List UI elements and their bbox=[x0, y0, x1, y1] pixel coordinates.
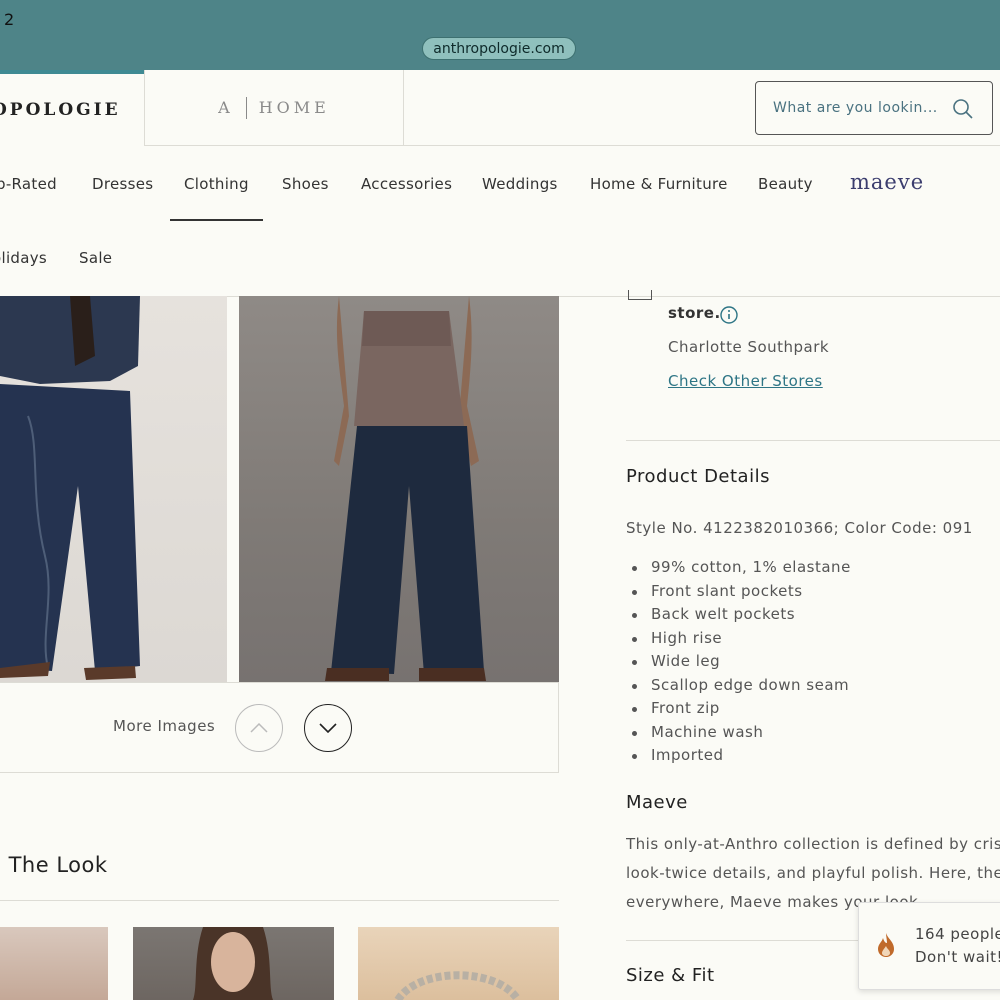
model-back-illustration bbox=[0, 296, 140, 680]
store-pickup-text: store. bbox=[668, 304, 721, 322]
nav-top-rated[interactable]: p-Rated bbox=[0, 175, 57, 193]
maeve-title: Maeve bbox=[626, 792, 688, 813]
search-placeholder: What are you lookin... bbox=[773, 100, 938, 116]
nav-home-furniture[interactable]: Home & Furniture bbox=[590, 175, 728, 193]
maeve-desc-line: This only-at-Anthro collection is define… bbox=[626, 835, 1000, 853]
nav-sale[interactable]: Sale bbox=[79, 249, 112, 267]
list-item: 99% cotton, 1% elastane bbox=[626, 556, 851, 580]
size-fit-title[interactable]: Size & Fit bbox=[626, 965, 715, 986]
url-bar[interactable]: anthropologie.com bbox=[422, 37, 576, 60]
look-item-thumbnail[interactable] bbox=[0, 927, 108, 1000]
maeve-desc-line: look-twice details, and playful polish. … bbox=[626, 864, 1000, 882]
nav-accessories[interactable]: Accessories bbox=[361, 175, 452, 193]
site-header: OPOLOGIE A HOME What are you lookin... p… bbox=[0, 70, 1000, 297]
list-item: Front slant pockets bbox=[626, 580, 851, 604]
info-icon[interactable] bbox=[720, 306, 738, 324]
nav-beauty[interactable]: Beauty bbox=[758, 175, 813, 193]
nav-weddings[interactable]: Weddings bbox=[482, 175, 558, 193]
complete-look-divider bbox=[0, 900, 559, 901]
urgency-toast[interactable]: 164 people Don't wait! bbox=[858, 902, 1000, 990]
nav-dresses[interactable]: Dresses bbox=[92, 175, 153, 193]
nav-shoes[interactable]: Shoes bbox=[282, 175, 329, 193]
home-logo-divider bbox=[245, 96, 247, 119]
list-item: Imported bbox=[626, 744, 851, 768]
nav-maeve-logo[interactable]: maeve bbox=[850, 170, 924, 194]
home-logo-a: A bbox=[218, 98, 234, 117]
chevron-up-icon bbox=[250, 723, 268, 733]
nav-active-underline bbox=[170, 219, 263, 221]
home-tab[interactable]: A HOME bbox=[144, 70, 404, 146]
nav-clothing[interactable]: Clothing bbox=[184, 175, 249, 193]
list-item: High rise bbox=[626, 627, 851, 651]
gallery-down-button[interactable] bbox=[304, 704, 352, 752]
search-input[interactable]: What are you lookin... bbox=[755, 81, 993, 135]
list-item: Scallop edge down seam bbox=[626, 674, 851, 698]
header-divider bbox=[404, 145, 1000, 146]
tab-count[interactable]: 2 bbox=[4, 10, 14, 29]
model-front-illustration bbox=[325, 296, 486, 681]
store-icon bbox=[628, 290, 652, 300]
home-logo-label: HOME bbox=[258, 98, 330, 117]
look-item-thumbnail[interactable] bbox=[133, 927, 334, 1000]
more-images-label: More Images bbox=[113, 717, 216, 735]
gallery-up-button[interactable] bbox=[235, 704, 283, 752]
toast-line1: 164 people bbox=[915, 925, 1000, 943]
search-icon[interactable] bbox=[952, 98, 974, 120]
toast-line2: Don't wait! bbox=[915, 948, 1000, 966]
store-name: Charlotte Southpark bbox=[668, 338, 830, 356]
check-other-stores-link[interactable]: Check Other Stores bbox=[668, 372, 823, 390]
look-item-bracelet-illustration bbox=[394, 971, 522, 1000]
product-image-back[interactable] bbox=[0, 296, 227, 682]
brand-tab[interactable]: OPOLOGIE bbox=[0, 70, 144, 146]
look-item-thumbnail[interactable] bbox=[358, 927, 559, 1000]
complete-the-look-title: e The Look bbox=[0, 853, 108, 877]
flame-icon bbox=[878, 933, 894, 957]
brand-logo: OPOLOGIE bbox=[0, 100, 121, 120]
product-details-list: 99% cotton, 1% elastane Front slant pock… bbox=[626, 556, 851, 768]
browser-toolbar: 2 anthropologie.com bbox=[0, 0, 1000, 70]
look-item-model-illustration bbox=[193, 927, 273, 1000]
list-item: Machine wash bbox=[626, 721, 851, 745]
style-number: Style No. 4122382010366; Color Code: 091 bbox=[626, 519, 973, 537]
chevron-down-icon bbox=[319, 723, 337, 733]
product-image-front[interactable] bbox=[239, 296, 559, 682]
section-divider bbox=[626, 440, 1000, 441]
nav-holidays[interactable]: olidays bbox=[0, 249, 47, 267]
list-item: Back welt pockets bbox=[626, 603, 851, 627]
list-item: Front zip bbox=[626, 697, 851, 721]
list-item: Wide leg bbox=[626, 650, 851, 674]
product-details-title[interactable]: Product Details bbox=[626, 466, 770, 487]
